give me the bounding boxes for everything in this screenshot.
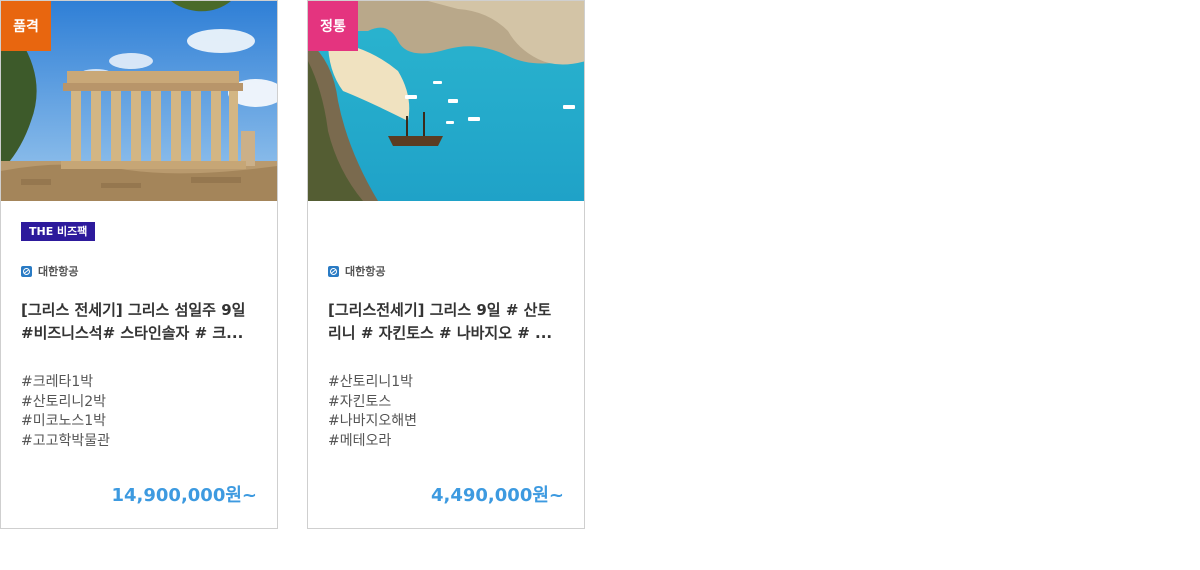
airline-logo-icon [21, 265, 32, 277]
product-title[interactable]: [그리스 전세기] 그리스 섬일주 9일 #비즈니스석# 스타인솔자 # 크..… [21, 299, 257, 345]
hashtag: #고고학박물관 [21, 432, 111, 449]
category-flag: 품격 [1, 1, 51, 51]
hashtag: #메테오라 [328, 432, 392, 449]
airline-info: 대한항공 [21, 263, 78, 279]
airline-info: 대한항공 [328, 263, 385, 279]
product-title[interactable]: [그리스전세기] 그리스 9일 # 산토 리니 # 자킨토스 # 나바지오 # … [328, 299, 564, 345]
product-title-line1[interactable]: [그리스 전세기] 그리스 섬일주 9일 [21, 301, 245, 319]
product-card[interactable]: 정통 대한항공 [그리스전세기] 그리스 9일 # 산토 리니 # 자킨토스 #… [307, 0, 585, 529]
hashtag: #나바지오해변 [328, 413, 418, 429]
hashtag: #산토리니1박 [328, 374, 414, 390]
product-card[interactable]: 품격 THE 비즈팩 대한항공 [그리스 전세기] 그리스 섬일주 9일 #비즈… [0, 0, 278, 529]
category-flag: 정통 [308, 1, 358, 51]
product-title-line2[interactable]: 리니 # 자킨토스 # 나바지오 # ... [328, 324, 552, 342]
hashtag: #산토리니2박 [21, 393, 107, 410]
hashtag: #크레타1박 [21, 374, 94, 390]
product-price: 4,490,000원~ [431, 485, 564, 506]
product-title-line2[interactable]: #비즈니스석# 스타인솔자 # 크... [21, 324, 243, 342]
hashtag-list: #산토리니1박 #자킨토스 #나바지오해변 #메테오라 [328, 373, 417, 451]
product-title-line1[interactable]: [그리스전세기] 그리스 9일 # 산토 [328, 301, 551, 319]
airline-logo-icon [328, 265, 339, 277]
hashtag-list: #크레타1박 #산토리니2박 #미코노스1박 #고고학박물관 [21, 373, 110, 451]
airline-name: 대한항공 [38, 265, 79, 278]
biz-pack-tag: THE 비즈팩 [21, 222, 96, 241]
hashtag: #자킨토스 [328, 393, 392, 410]
hashtag: #미코노스1박 [21, 413, 107, 429]
product-price: 14,900,000원~ [111, 485, 257, 506]
airline-name: 대한항공 [345, 265, 386, 278]
